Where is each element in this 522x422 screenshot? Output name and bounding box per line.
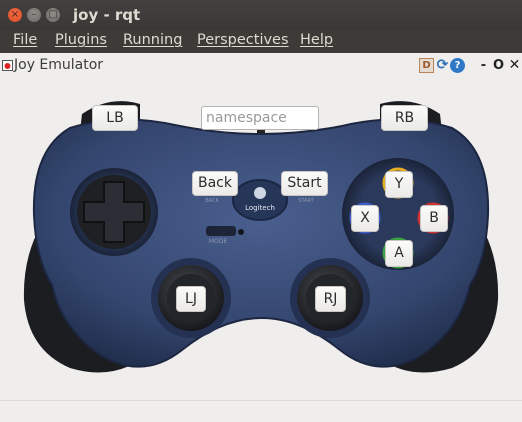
window-maximize-button[interactable]: □ (46, 8, 60, 22)
lj-button[interactable]: LJ (176, 286, 206, 312)
menu-running[interactable]: Running (123, 32, 182, 48)
back-button[interactable]: Back (192, 171, 238, 196)
b-button[interactable]: B (420, 205, 448, 232)
y-button[interactable]: Y (385, 171, 413, 198)
rj-button[interactable]: RJ (315, 286, 346, 312)
dock-close-icon[interactable]: ✕ (507, 58, 522, 73)
x-button[interactable]: X (351, 205, 379, 232)
menu-help[interactable]: Help (300, 32, 333, 48)
menu-file[interactable]: File (13, 32, 37, 48)
help-icon[interactable]: ? (450, 58, 465, 73)
menu-plugins[interactable]: Plugins (55, 32, 107, 48)
status-divider (0, 400, 522, 401)
window-title: joy - rqt (73, 6, 141, 24)
reload-icon[interactable]: ⟳ (435, 58, 450, 73)
d-icon[interactable]: D (419, 58, 434, 73)
menu-perspectives[interactable]: Perspectives (197, 32, 289, 48)
joystick-icon (2, 60, 13, 71)
back-label: BACK (205, 198, 219, 204)
mode-label: MODE (209, 238, 228, 245)
namespace-input[interactable] (201, 106, 319, 130)
dock-float-icon[interactable]: O (491, 58, 506, 73)
logitech-logo-text: Logitech (245, 204, 275, 212)
window-minimize-button[interactable]: – (27, 8, 41, 22)
rb-button[interactable]: RB (381, 105, 428, 131)
dock-minimize-icon[interactable]: - (476, 58, 491, 73)
start-button[interactable]: Start (281, 171, 328, 196)
dock-title: Joy Emulator (14, 57, 104, 73)
window-close-button[interactable]: × (8, 8, 22, 22)
a-button[interactable]: A (385, 240, 413, 267)
start-label: START (298, 198, 314, 204)
lb-button[interactable]: LB (92, 105, 138, 131)
